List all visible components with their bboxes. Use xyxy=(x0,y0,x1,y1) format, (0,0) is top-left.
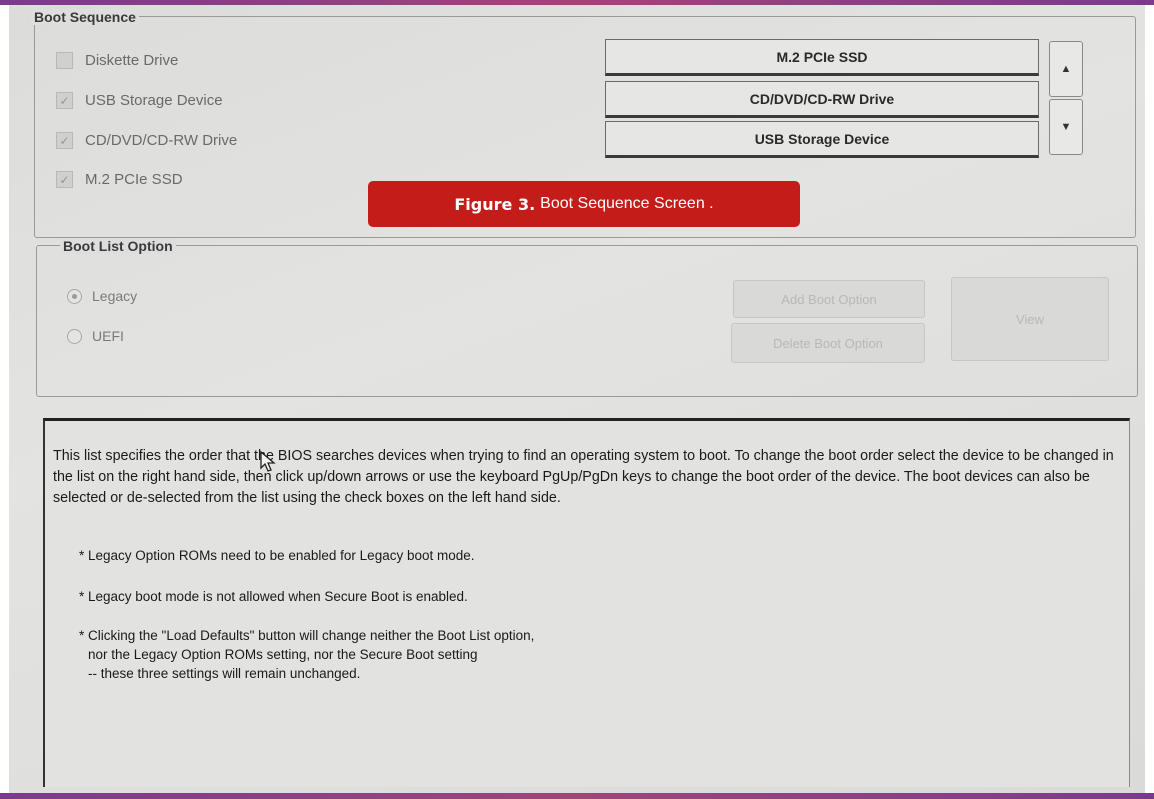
up-arrow-icon: ▲ xyxy=(1060,63,1072,75)
help-description-panel: This list specifies the order that the B… xyxy=(43,418,1130,787)
add-boot-option-button[interactable]: Add Boot Option xyxy=(733,280,925,318)
device-usb-storage[interactable]: ✓ USB Storage Device xyxy=(56,92,223,109)
view-button[interactable]: View xyxy=(951,277,1109,361)
help-note-legacy-roms: * Legacy Option ROMs need to be enabled … xyxy=(79,548,475,563)
help-note-load-defaults-2: nor the Legacy Option ROMs setting, nor … xyxy=(88,647,478,662)
boot-order-item-1[interactable]: M.2 PCIe SSD xyxy=(605,39,1039,76)
device-label: Diskette Drive xyxy=(85,52,179,69)
checkbox-checked[interactable]: ✓ xyxy=(56,92,73,109)
figure-caption: Figure 3. Boot Sequence Screen . xyxy=(368,181,800,227)
figure-number: Figure 3. xyxy=(454,194,536,214)
help-note-secure-boot: * Legacy boot mode is not allowed when S… xyxy=(79,589,468,604)
radio-unselected[interactable] xyxy=(67,328,82,344)
down-arrow-icon: ▼ xyxy=(1060,121,1072,133)
boot-list-option-legend: Boot List Option xyxy=(60,238,176,254)
radio-label: Legacy xyxy=(92,288,138,304)
delete-boot-option-button[interactable]: Delete Boot Option xyxy=(731,323,925,363)
radio-label: UEFI xyxy=(92,328,124,344)
device-label: M.2 PCIe SSD xyxy=(85,171,183,188)
help-note-load-defaults-3: -- these three settings will remain unch… xyxy=(88,666,361,681)
move-up-button[interactable]: ▲ xyxy=(1049,41,1083,97)
move-down-button[interactable]: ▼ xyxy=(1049,99,1083,155)
bottom-border xyxy=(0,793,1154,799)
mouse-cursor-icon xyxy=(259,450,279,479)
help-paragraph: This list specifies the order that the B… xyxy=(53,448,1114,506)
radio-uefi[interactable]: UEFI xyxy=(67,328,124,344)
radio-legacy[interactable]: Legacy xyxy=(67,288,137,304)
boot-sequence-legend: Boot Sequence xyxy=(31,9,139,25)
device-m2-ssd[interactable]: ✓ M.2 PCIe SSD xyxy=(56,171,183,188)
checkbox-checked[interactable]: ✓ xyxy=(56,132,73,149)
device-diskette-drive[interactable]: Diskette Drive xyxy=(56,52,178,69)
checkbox-unchecked[interactable] xyxy=(56,52,73,69)
figure-caption-text: Boot Sequence Screen . xyxy=(540,195,714,212)
checkbox-checked[interactable]: ✓ xyxy=(56,171,73,188)
radio-selected[interactable] xyxy=(67,288,82,304)
device-cd-dvd[interactable]: ✓ CD/DVD/CD-RW Drive xyxy=(56,132,237,149)
help-note-load-defaults-1: * Clicking the "Load Defaults" button wi… xyxy=(79,628,535,643)
boot-order-item-3[interactable]: USB Storage Device xyxy=(605,121,1039,158)
device-label: USB Storage Device xyxy=(85,92,223,109)
screenshot-frame: Boot Sequence Diskette Drive ✓ USB Stora… xyxy=(0,0,1154,799)
boot-order-item-2[interactable]: CD/DVD/CD-RW Drive xyxy=(605,81,1039,118)
device-label: CD/DVD/CD-RW Drive xyxy=(85,132,238,149)
